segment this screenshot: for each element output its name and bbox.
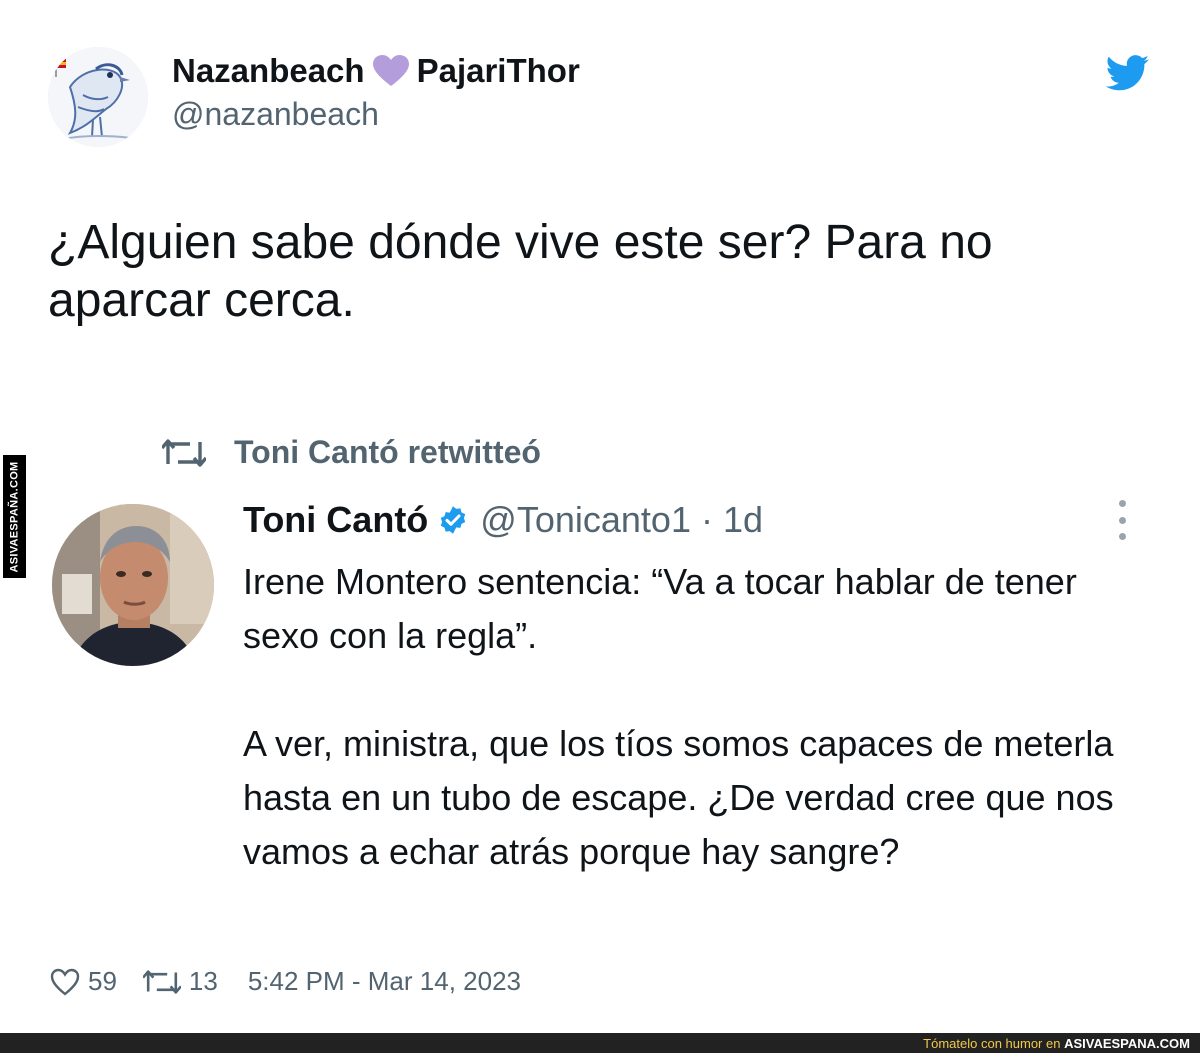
twitter-bird-icon[interactable] — [1106, 55, 1150, 91]
side-watermark: ASIVAESPAÑA.COM — [3, 455, 26, 578]
person-photo-icon — [52, 504, 214, 666]
purple-heart-icon — [372, 55, 409, 86]
author-name-part2: PajariThor — [416, 52, 580, 89]
author-handle[interactable]: @nazanbeach — [172, 96, 379, 133]
author-name-part1: Nazanbeach — [172, 52, 365, 89]
verified-badge-icon — [441, 506, 466, 534]
retweet-count: 13 — [188, 966, 218, 996]
heart-outline-icon — [50, 968, 80, 996]
retweet-banner-label: Toni Cantó retwitteó — [234, 434, 541, 470]
tweet-text: ¿Alguien sabe dónde vive este ser? Para … — [48, 216, 993, 327]
side-watermark-text: ASIVAESPAÑA.COM — [8, 460, 21, 573]
bottom-watermark-bar: Tómatelo con humor en ASIVAESPANA.COM — [0, 1033, 1200, 1053]
quoted-tweet-text: Irene Montero sentencia: “Va a tocar hab… — [243, 561, 1114, 872]
quoted-author-avatar[interactable] — [52, 504, 214, 666]
retweet-count-icon — [142, 969, 181, 994]
tweet-footer: 59 13 5:42 PM - Mar 14, 2023 — [50, 966, 521, 997]
bottom-watermark-phrase: Tómatelo con humor en — [923, 1035, 1061, 1051]
like-button[interactable]: 59 — [50, 966, 117, 997]
quoted-author-name[interactable]: Toni Cantó — [243, 499, 428, 541]
quoted-handle-time[interactable]: @Tonicanto1 · 1d — [480, 499, 763, 541]
author-avatar[interactable] — [48, 47, 148, 147]
bottom-watermark-brand[interactable]: ASIVAESPANA.COM — [1064, 1036, 1190, 1051]
tweet-timestamp[interactable]: 5:42 PM - Mar 14, 2023 — [248, 966, 521, 997]
author-display-name[interactable]: Nazanbeach PajariThor — [172, 52, 580, 90]
retweet-banner: Toni Cantó retwitteó — [162, 434, 541, 471]
sparrow-avatar-icon — [48, 47, 148, 147]
retweet-button[interactable]: 13 — [142, 966, 218, 997]
more-options-icon[interactable] — [1112, 500, 1132, 540]
quoted-tweet-header: Toni Cantó @Tonicanto1 · 1d — [243, 499, 763, 541]
retweet-icon — [162, 438, 206, 467]
like-count: 59 — [88, 966, 117, 996]
